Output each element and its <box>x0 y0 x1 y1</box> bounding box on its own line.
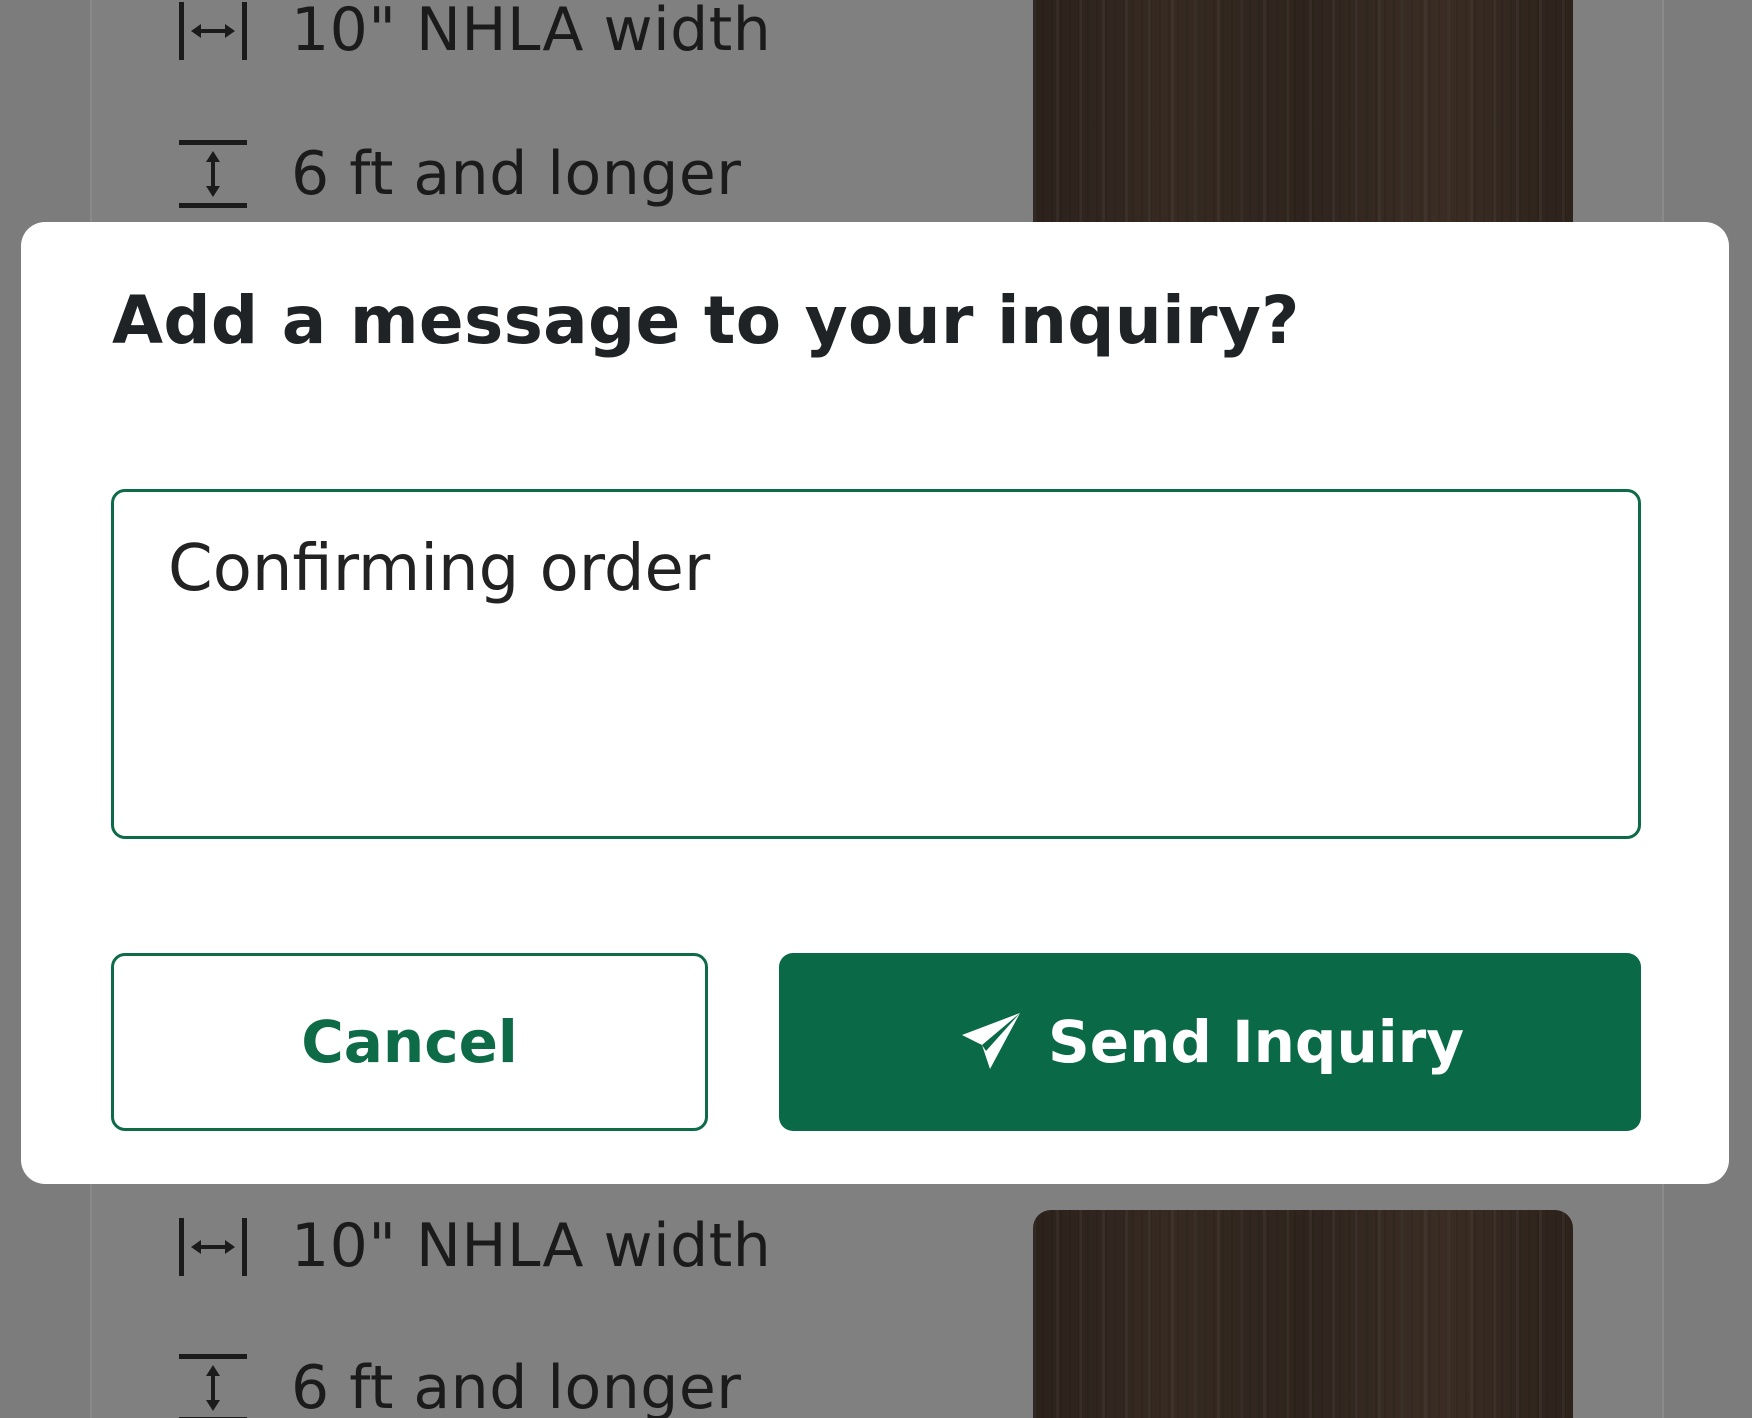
send-inquiry-button[interactable]: Send Inquiry <box>779 953 1641 1131</box>
message-input[interactable]: Confirming order <box>111 489 1641 839</box>
width-spec-row: 10" NHLA width <box>175 1208 771 1284</box>
cancel-button-label: Cancel <box>301 1008 518 1076</box>
wood-sample-image <box>1033 1210 1573 1418</box>
length-spec-row: 6 ft and longer <box>175 136 741 212</box>
cancel-button[interactable]: Cancel <box>111 953 708 1131</box>
length-arrows-icon <box>175 1350 251 1418</box>
length-spec-text: 6 ft and longer <box>291 139 742 209</box>
width-arrows-icon <box>175 0 251 68</box>
width-arrows-icon <box>175 1208 251 1284</box>
paper-plane-icon <box>956 1007 1026 1077</box>
width-spec-text: 10" NHLA width <box>291 1211 772 1281</box>
length-spec-row: 6 ft and longer <box>175 1350 741 1418</box>
length-spec-text: 6 ft and longer <box>291 1353 742 1418</box>
width-spec-row: 10" NHLA width <box>175 0 771 68</box>
dialog-title: Add a message to your inquiry? <box>112 282 1300 359</box>
inquiry-message-dialog: Add a message to your inquiry? Confirmin… <box>21 222 1729 1184</box>
wood-sample-image <box>1033 0 1573 240</box>
screen: 10" NHLA width 6 ft and longer 10" NHLA … <box>0 0 1752 1418</box>
length-arrows-icon <box>175 136 251 212</box>
width-spec-text: 10" NHLA width <box>291 0 772 65</box>
send-inquiry-button-label: Send Inquiry <box>1047 1008 1465 1076</box>
